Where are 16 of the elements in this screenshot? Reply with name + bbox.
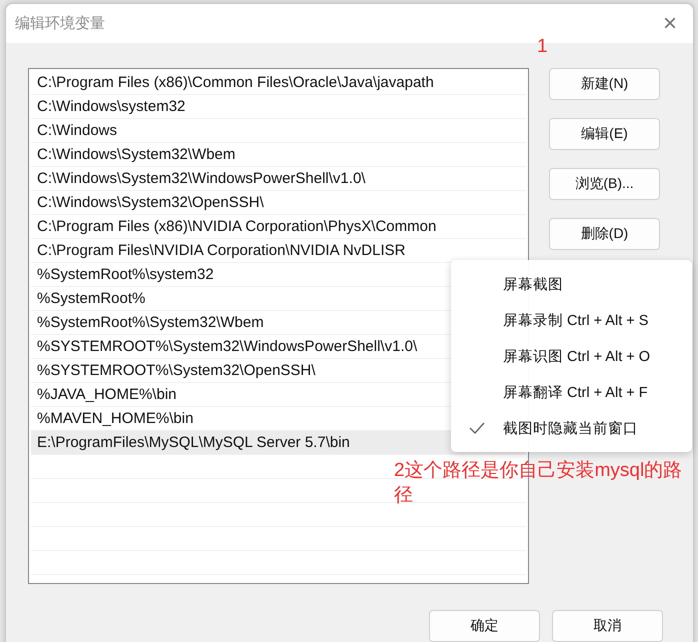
- window-title: 编辑环境变量: [15, 14, 105, 33]
- annotation-text: 1: [537, 36, 548, 58]
- dialog-button[interactable]: 浏览(B)...: [549, 168, 660, 200]
- dialog-button[interactable]: 编辑(E): [549, 118, 660, 150]
- dialog-button[interactable]: 确定: [429, 610, 540, 642]
- dialog-button[interactable]: 取消: [552, 610, 663, 642]
- dialog-button[interactable]: 新建(N): [549, 68, 660, 100]
- dialog-button[interactable]: 删除(D): [549, 218, 660, 250]
- close-button[interactable]: ×: [656, 12, 683, 36]
- path-item[interactable]: C:\Program Files (x86)\NVIDIA Corporation\PhysX\Common: [31, 215, 526, 239]
- path-item[interactable]: C:\Windows\System32\OpenSSH\: [31, 191, 526, 215]
- path-item[interactable]: C:\Windows\system32: [31, 95, 526, 119]
- path-item[interactable]: C:\Windows\System32\WindowsPowerShell\v1.0\: [31, 167, 526, 191]
- path-item[interactable]: C:\Windows\System32\Wbem: [31, 143, 526, 167]
- path-item[interactable]: C:\Program Files (x86)\Common Files\Oracle\Java\javapath: [31, 71, 526, 95]
- path-item[interactable]: C:\Windows: [31, 119, 526, 143]
